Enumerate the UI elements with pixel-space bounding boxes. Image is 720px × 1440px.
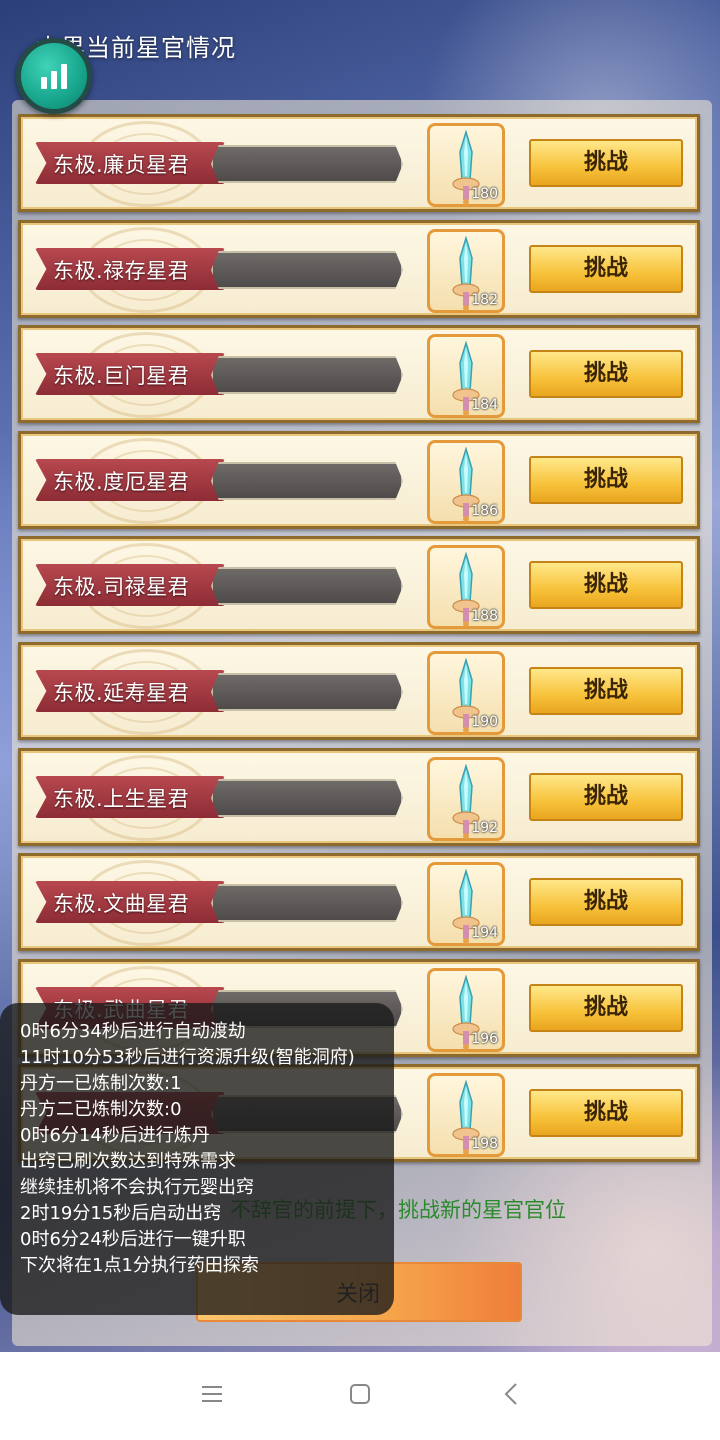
official-row: 东极.度厄星君 186 挑战 <box>18 431 700 529</box>
holder-name-bar <box>211 884 403 922</box>
official-row: 东极.廉贞星君 180 挑战 <box>18 114 700 212</box>
item-level: 192 <box>471 820 498 836</box>
item-level: 194 <box>471 925 498 941</box>
reward-item-slot[interactable]: 180 <box>427 123 505 207</box>
reward-item-slot[interactable]: 192 <box>427 757 505 841</box>
official-title: 东极.度厄星君 <box>53 470 190 494</box>
holder-name-bar <box>211 145 403 183</box>
official-title: 东极.文曲星君 <box>53 892 190 916</box>
reward-item-slot[interactable]: 186 <box>427 440 505 524</box>
official-title: 东极.禄存星君 <box>53 259 190 283</box>
official-title-ribbon: 东极.廉贞星君 <box>35 142 225 184</box>
log-line: 0时6分34秒后进行自动渡劫 <box>20 1021 246 1042</box>
official-row: 东极.延寿星君 190 挑战 <box>18 642 700 740</box>
reward-item-slot[interactable]: 196 <box>427 968 505 1052</box>
home-square-icon[interactable] <box>348 1382 372 1406</box>
holder-name-bar <box>211 356 403 394</box>
challenge-button[interactable]: 挑战 <box>529 1089 683 1137</box>
holder-name-bar <box>211 673 403 711</box>
reward-item-slot[interactable]: 184 <box>427 334 505 418</box>
official-title: 东极.廉贞星君 <box>53 153 190 177</box>
floating-stats-button[interactable] <box>16 38 92 114</box>
official-row: 东极.司禄星君 188 挑战 <box>18 536 700 634</box>
official-row: 东极.文曲星君 194 挑战 <box>18 853 700 951</box>
official-title: 东极.巨门星君 <box>53 364 190 388</box>
official-title-ribbon: 东极.禄存星君 <box>35 248 225 290</box>
bar-chart-icon <box>41 64 67 89</box>
official-title-ribbon: 东极.司禄星君 <box>35 564 225 606</box>
official-title: 东极.司禄星君 <box>53 575 190 599</box>
holder-name-bar <box>211 251 403 289</box>
item-level: 180 <box>471 186 498 202</box>
challenge-button[interactable]: 挑战 <box>529 667 683 715</box>
challenge-button[interactable]: 挑战 <box>529 245 683 293</box>
log-line: 2时19分15秒后启动出窍 <box>20 1203 222 1224</box>
log-line: 丹方一已炼制次数:1 <box>20 1073 182 1094</box>
challenge-button[interactable]: 挑战 <box>529 561 683 609</box>
item-level: 186 <box>471 503 498 519</box>
close-button-label: 关闭 <box>336 1282 381 1307</box>
official-title-ribbon: 东极.延寿星君 <box>35 670 225 712</box>
reward-item-slot[interactable]: 194 <box>427 862 505 946</box>
script-log-overlay: 0时6分34秒后进行自动渡劫 11时10分53秒后进行资源升级(智能洞府) 丹方… <box>0 1003 394 1315</box>
official-title-ribbon: 东极.巨门星君 <box>35 353 225 395</box>
holder-name-bar <box>211 567 403 605</box>
log-line: 出窍已刷次数达到特殊需求 <box>20 1151 236 1172</box>
reward-item-slot[interactable]: 182 <box>427 229 505 313</box>
holder-name-bar <box>211 779 403 817</box>
official-row: 东极.巨门星君 184 挑战 <box>18 325 700 423</box>
item-level: 198 <box>471 1136 498 1152</box>
item-level: 196 <box>471 1031 498 1047</box>
item-level: 182 <box>471 292 498 308</box>
holder-name-bar <box>211 462 403 500</box>
menu-icon[interactable] <box>200 1382 224 1406</box>
back-icon[interactable] <box>500 1382 524 1406</box>
challenge-button[interactable]: 挑战 <box>529 350 683 398</box>
official-title: 东极.上生星君 <box>53 787 190 811</box>
reward-item-slot[interactable]: 190 <box>427 651 505 735</box>
log-line: 0时6分14秒后进行炼丹 <box>20 1125 210 1146</box>
challenge-button[interactable]: 挑战 <box>529 773 683 821</box>
official-title-ribbon: 东极.文曲星君 <box>35 881 225 923</box>
log-line: 丹方二已炼制次数:0 <box>20 1099 182 1120</box>
official-title: 东极.延寿星君 <box>53 681 190 705</box>
official-title-ribbon: 东极.度厄星君 <box>35 459 225 501</box>
challenge-button[interactable]: 挑战 <box>529 984 683 1032</box>
system-navigation-bar <box>0 1352 720 1440</box>
official-title-ribbon: 东极.上生星君 <box>35 776 225 818</box>
reward-item-slot[interactable]: 188 <box>427 545 505 629</box>
official-row: 东极.禄存星君 182 挑战 <box>18 220 700 318</box>
reward-item-slot[interactable]: 198 <box>427 1073 505 1157</box>
log-line: 继续挂机将不会执行元婴出窍 <box>20 1177 254 1198</box>
official-row: 东极.上生星君 192 挑战 <box>18 748 700 846</box>
item-level: 184 <box>471 397 498 413</box>
challenge-button[interactable]: 挑战 <box>529 878 683 926</box>
challenge-button[interactable]: 挑战 <box>529 456 683 504</box>
log-line: 11时10分53秒后进行资源升级(智能洞府) <box>20 1047 355 1068</box>
challenge-button[interactable]: 挑战 <box>529 139 683 187</box>
log-line: 0时6分24秒后进行一键升职 <box>20 1229 246 1250</box>
item-level: 190 <box>471 714 498 730</box>
item-level: 188 <box>471 608 498 624</box>
